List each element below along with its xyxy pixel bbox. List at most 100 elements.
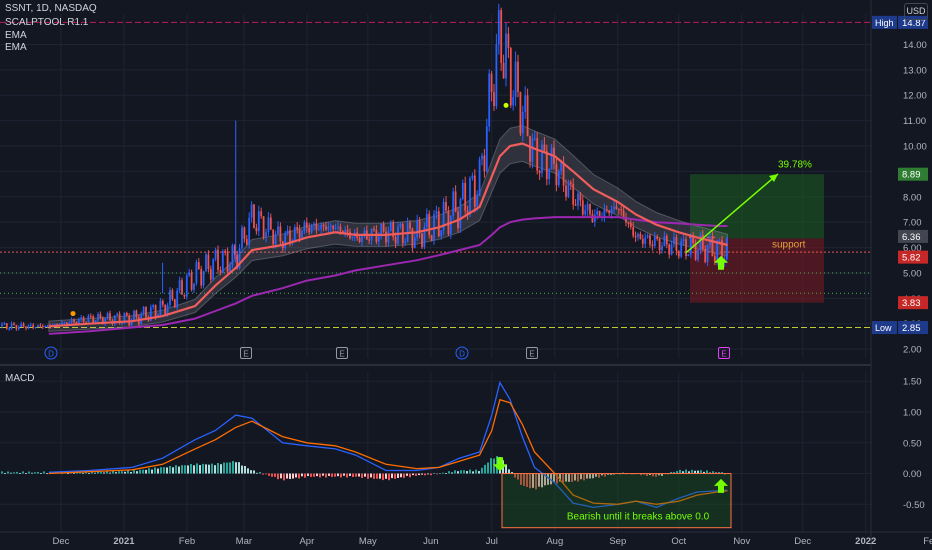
indicator-ema-1[interactable]: EMA [5, 30, 27, 42]
macd-histogram-bar [472, 471, 474, 474]
macd-histogram-bar [481, 467, 483, 474]
candle-body [627, 222, 630, 224]
candle-body [109, 313, 111, 321]
candle-body [704, 248, 707, 262]
candle-body [445, 201, 447, 211]
candle-body [476, 195, 479, 207]
candle-body [87, 315, 90, 323]
candle-body [459, 199, 462, 229]
candle-body [133, 310, 135, 321]
candle-body [325, 226, 327, 230]
indicator-scalptool[interactable]: SCALPTOOL R1.1 [5, 17, 88, 29]
candle-body [70, 319, 73, 323]
macd-histogram-bar [367, 473, 369, 479]
macd-histogram-bar [97, 471, 99, 474]
macd-histogram-bar [139, 469, 141, 474]
candle-body [183, 294, 186, 297]
candle-body [308, 227, 311, 233]
candle-body [39, 325, 42, 327]
candle-body [351, 236, 354, 239]
candle-body [243, 227, 246, 240]
macd-histogram-bar [202, 463, 204, 474]
candle-body [653, 236, 656, 247]
candle-body [435, 211, 438, 215]
time-tick-label: Dec [53, 536, 70, 547]
candle-body [670, 244, 673, 255]
candle-body [13, 323, 15, 325]
candle-body [209, 269, 212, 280]
macd-histogram-bar [178, 466, 180, 474]
macd-histogram-bar [421, 473, 423, 475]
candle-body [296, 227, 299, 230]
macd-histogram-bar [109, 472, 111, 474]
macd-histogram-bar [286, 473, 288, 479]
candle-body [332, 225, 335, 229]
macd-histogram-bar [187, 465, 189, 474]
macd-histogram-bar [190, 463, 192, 474]
candle-body [519, 91, 522, 134]
macd-histogram-bar [691, 469, 693, 474]
macd-histogram-bar [133, 469, 135, 474]
candle-body [399, 224, 402, 227]
candle-body [502, 62, 505, 79]
macd-histogram-bar [10, 472, 12, 474]
macd-histogram-bar [268, 473, 270, 476]
candle-body [3, 323, 6, 325]
candle-body [46, 325, 49, 327]
macd-tick-label: 1.50 [903, 377, 922, 388]
candle-body [461, 182, 464, 200]
candle-body [649, 235, 651, 245]
trading-chart[interactable]: 39.78% support D E E D E E MACD Bearish until it… [0, 0, 932, 550]
time-tick-label: Apr [299, 536, 314, 547]
candle-body [689, 237, 692, 255]
event-badge-label: E [721, 350, 726, 359]
macd-histogram-bar [193, 465, 195, 474]
candle-body [29, 324, 32, 326]
macd-histogram-bar [325, 473, 327, 478]
candle-body [10, 323, 13, 329]
candle-body [224, 250, 227, 252]
price-tick-label: 13.00 [903, 65, 927, 76]
indicator-ema-2[interactable]: EMA [5, 42, 27, 54]
price-tag-value: 2.85 [902, 323, 921, 334]
candle-body [289, 230, 291, 242]
macd-tick-label: -0.50 [903, 500, 925, 511]
macd-histogram-bar [490, 458, 492, 474]
candle-body [555, 164, 558, 186]
candle-body [608, 210, 611, 214]
candle-body [327, 226, 330, 230]
macd-histogram-bar [679, 469, 681, 474]
time-tick-label: Jun [423, 536, 438, 547]
symbol-title[interactable]: SSNT, 1D, NASDAQ [5, 3, 97, 15]
candle-body [41, 326, 44, 328]
macd-histogram-bar [340, 473, 342, 478]
candle-body [255, 227, 258, 232]
candle-body [557, 171, 560, 186]
macd-tick-label: 1.00 [903, 408, 922, 419]
candle-body [665, 236, 668, 245]
candle-body [313, 223, 315, 226]
macd-histogram-bar [142, 469, 144, 474]
candle-body [560, 162, 563, 172]
candle-body [697, 249, 699, 260]
price-tag-value: 8.89 [902, 170, 921, 181]
candle-body [322, 224, 325, 227]
macd-histogram-bar [220, 464, 222, 474]
candle-body [413, 237, 416, 248]
candle-body [572, 183, 575, 205]
candle-body [394, 236, 397, 244]
candle-body [404, 241, 407, 243]
candle-body [581, 200, 584, 215]
macd-histogram-bar [460, 470, 462, 474]
candle-body [579, 193, 582, 201]
candle-body [711, 236, 714, 257]
signal-dot [689, 236, 691, 239]
candle-body [541, 144, 543, 174]
candle-body [454, 191, 457, 212]
time-tick-label: 2022 [855, 536, 876, 547]
candle-body [80, 317, 83, 320]
candle-body [265, 232, 267, 238]
currency-button[interactable]: USD [904, 3, 928, 20]
candle-body [639, 233, 642, 240]
time-tick-label: Aug [546, 536, 563, 547]
